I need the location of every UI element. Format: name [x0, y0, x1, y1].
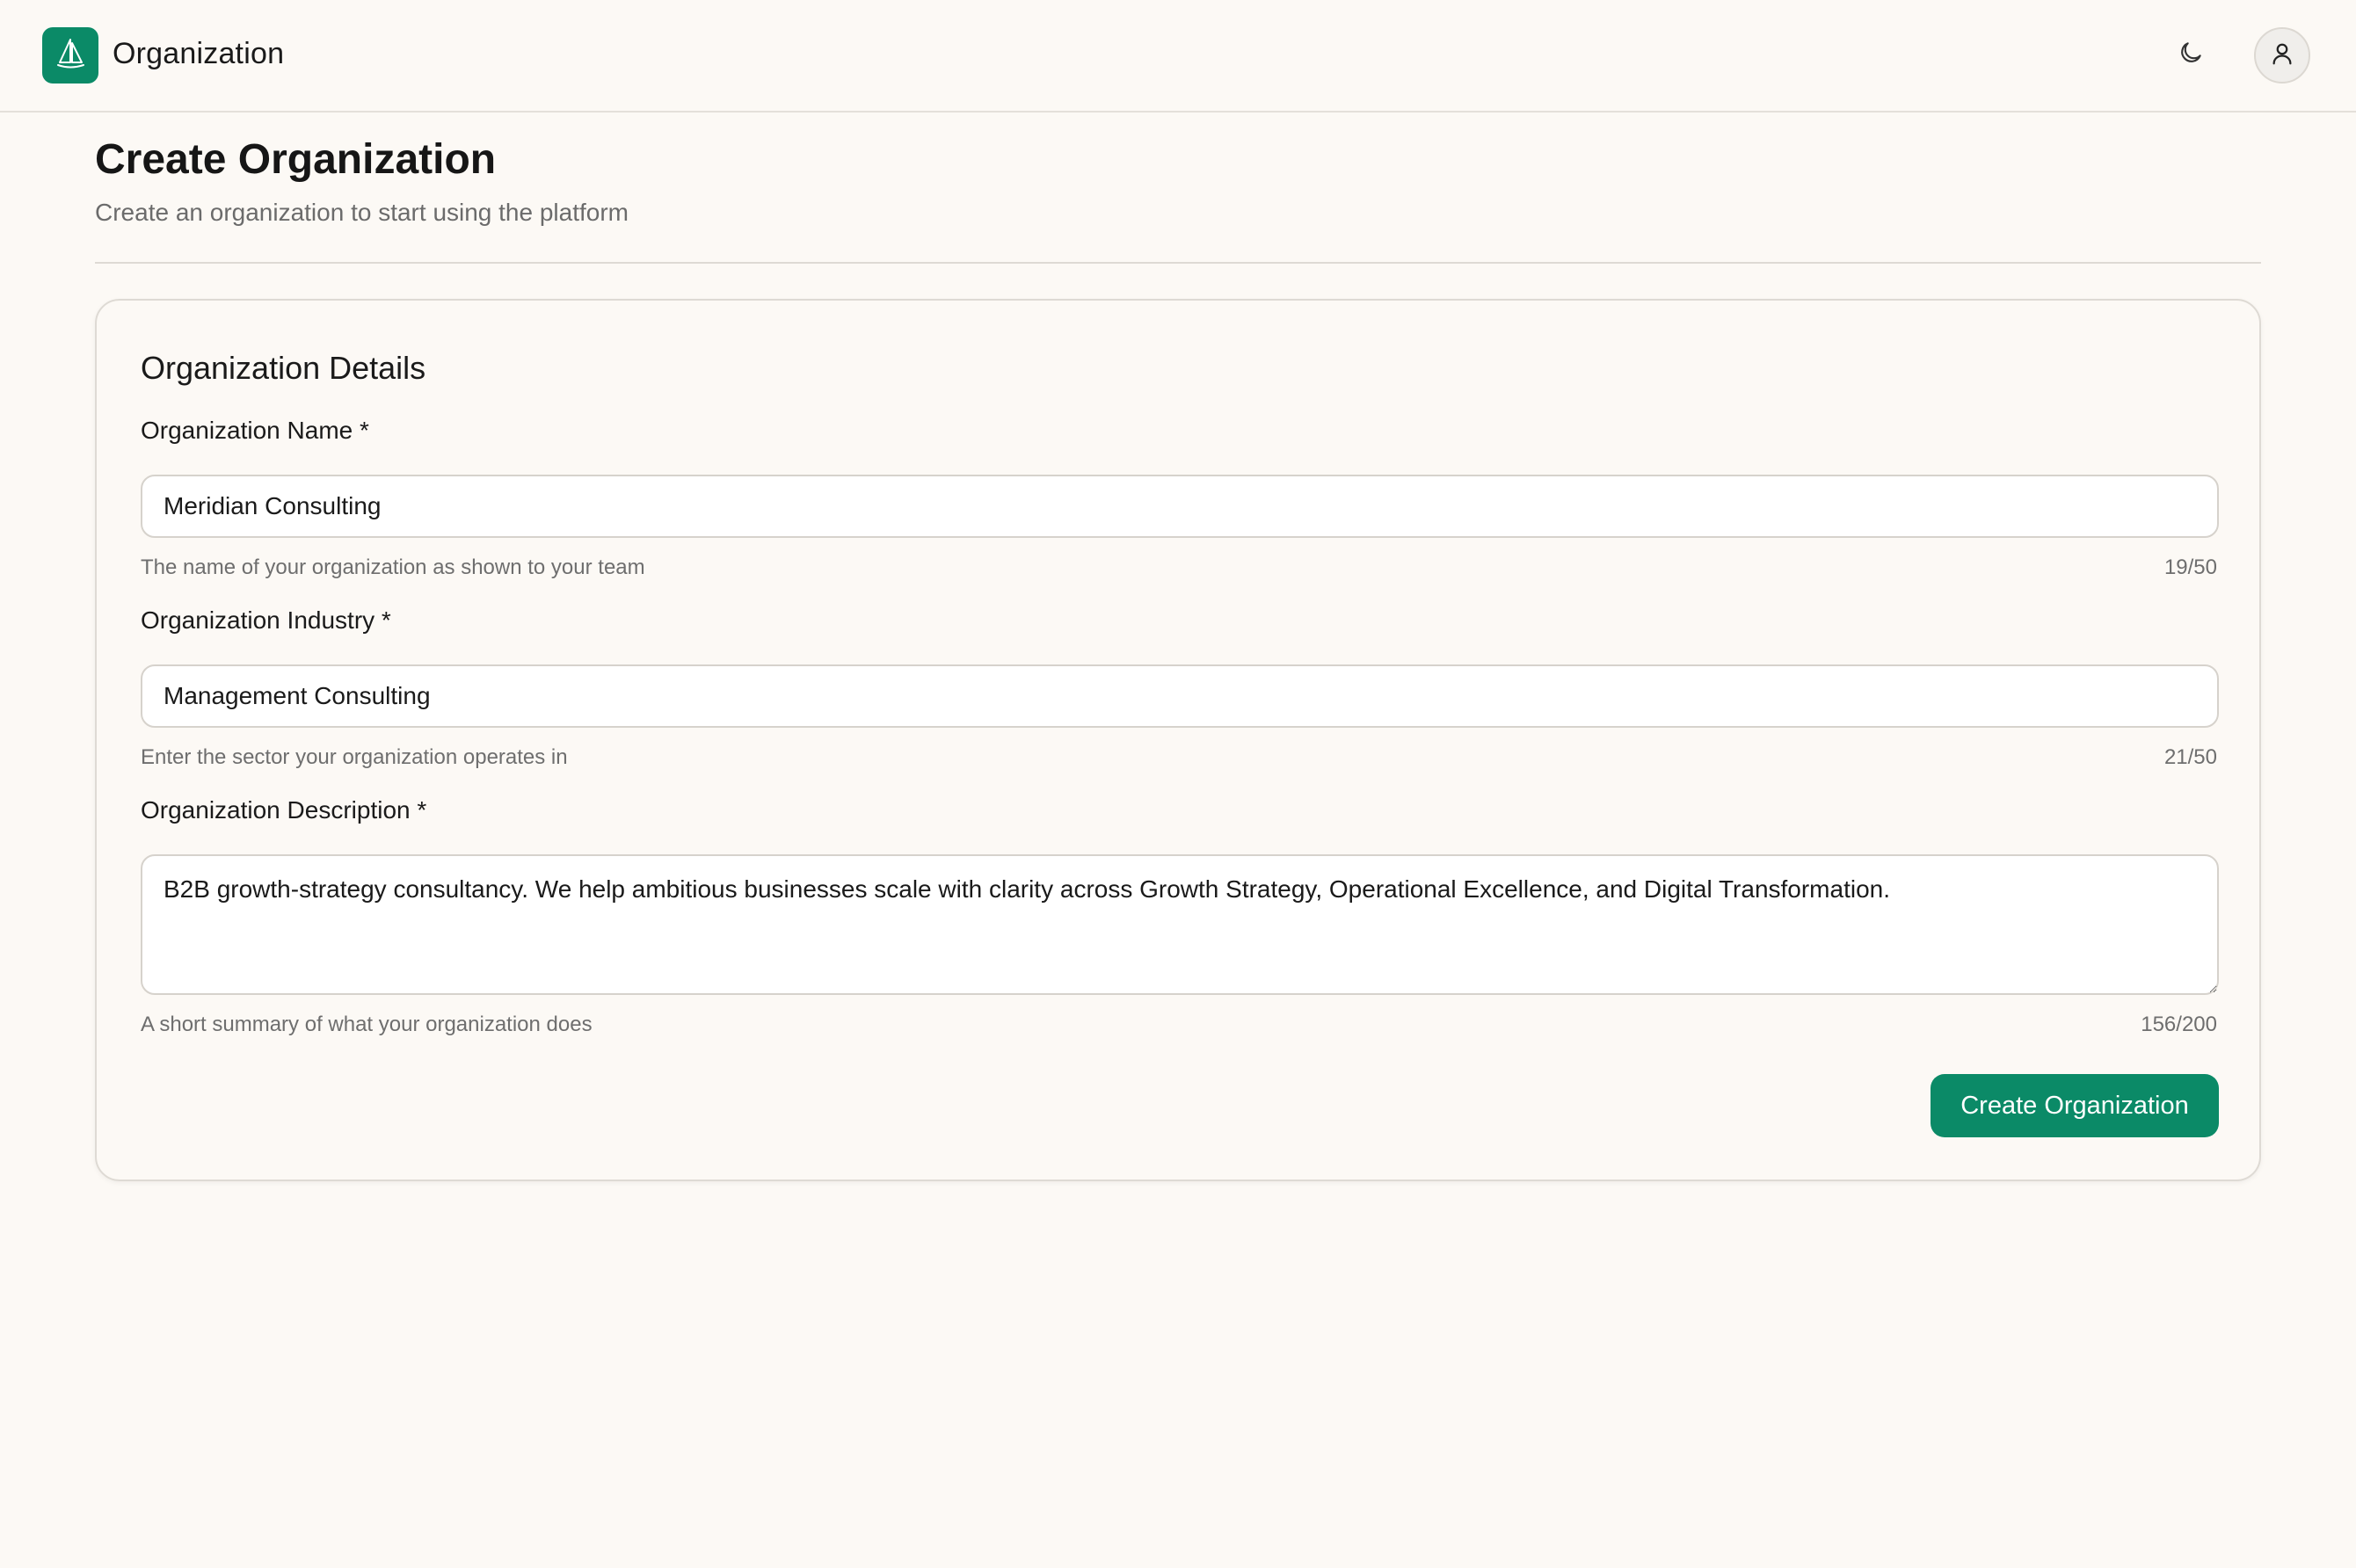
page-subtitle: Create an organization to start using th…	[95, 199, 629, 226]
sailboat-icon	[53, 36, 88, 76]
divider	[95, 262, 2261, 264]
organization-industry-counter: 21/50	[2163, 745, 2217, 769]
organization-description-counter: 156/200	[2141, 1013, 2217, 1036]
organization-name-counter: 19/50	[2163, 555, 2217, 579]
organization-industry-label: Organization Industry *	[141, 606, 391, 634]
organization-name-hint: The name of your organization as shown t…	[141, 555, 645, 579]
organization-industry-hint: Enter the sector your organization opera…	[141, 745, 568, 769]
moon-icon	[2177, 39, 2205, 71]
organization-description-hint: A short summary of what your organizatio…	[141, 1013, 593, 1036]
organization-name-label: Organization Name *	[141, 417, 369, 444]
create-organization-button[interactable]: Create Organization	[1931, 1074, 2219, 1137]
card-title: Organization Details	[141, 350, 426, 386]
organization-description-textarea[interactable]: B2B growth-strategy consultancy. We help…	[141, 854, 2219, 995]
app-logo[interactable]	[42, 27, 98, 83]
app-title: Organization	[113, 37, 285, 70]
page-title: Create Organization	[95, 136, 497, 183]
organization-name-input[interactable]	[141, 475, 2219, 538]
organization-details-card: Organization Details Organization Name *…	[95, 299, 2261, 1181]
user-menu-button[interactable]	[2254, 27, 2310, 83]
top-bar: Organization	[0, 0, 2356, 113]
organization-description-label: Organization Description *	[141, 796, 427, 824]
user-icon	[2269, 40, 2295, 71]
theme-toggle-button[interactable]	[2170, 33, 2212, 76]
organization-industry-input[interactable]	[141, 664, 2219, 728]
